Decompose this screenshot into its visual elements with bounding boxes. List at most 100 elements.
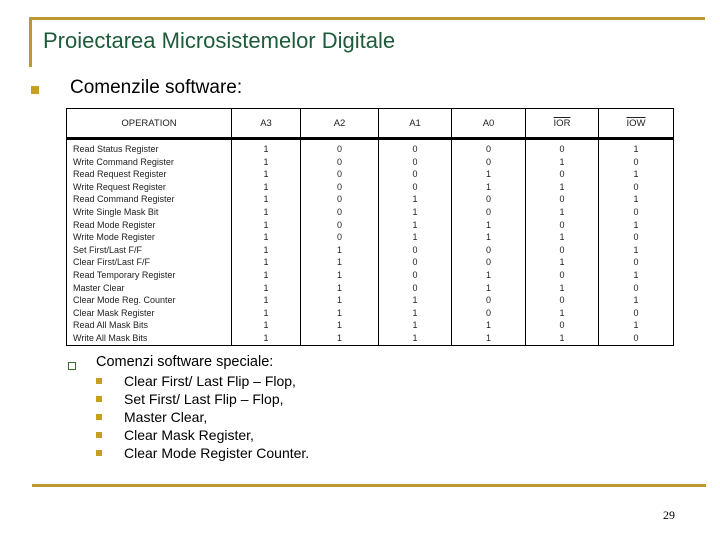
cell-ior: 0 — [525, 138, 599, 156]
cell-a0: 1 — [451, 168, 526, 181]
cell-a0: 0 — [451, 193, 526, 206]
cell-a2: 0 — [300, 193, 379, 206]
cell-ior: 0 — [525, 243, 599, 257]
cell-ior: 0 — [525, 168, 599, 181]
cell-a1: 1 — [378, 218, 452, 232]
operation-name: Write Request Register — [66, 180, 232, 194]
list-item: Clear Mode Register Counter. — [96, 444, 309, 462]
cell-ior: 0 — [525, 218, 599, 232]
cell-ior: 0 — [525, 268, 599, 282]
cell-a1: 0 — [378, 168, 452, 181]
table-row: Read Command Register 1 0 1 0 0 1 — [66, 193, 674, 206]
cell-a3: 1 — [231, 138, 301, 156]
cell-iow: 1 — [598, 243, 674, 257]
cell-iow: 1 — [598, 138, 674, 156]
column-header-ior: IOR — [525, 108, 599, 140]
cell-a1: 0 — [378, 268, 452, 282]
cell-a1: 1 — [378, 205, 452, 219]
main-bullet-text: Comenzile software: — [70, 77, 243, 98]
list-item: Clear Mask Register, — [96, 426, 309, 444]
table-row: Read Temporary Register 1 1 0 1 0 1 — [66, 268, 674, 282]
cell-a2: 1 — [300, 243, 379, 257]
cell-a0: 1 — [451, 231, 526, 244]
cell-a3: 1 — [231, 205, 301, 219]
operation-name: Read Request Register — [66, 168, 232, 181]
cell-ior: 1 — [525, 231, 599, 244]
operation-name: Clear Mode Reg. Counter — [66, 294, 232, 307]
cell-a0: 0 — [451, 138, 526, 156]
cell-iow: 0 — [598, 331, 674, 346]
cell-iow: 1 — [598, 193, 674, 206]
cell-a3: 1 — [231, 218, 301, 232]
cell-a3: 1 — [231, 281, 301, 295]
column-header-a0: A0 — [451, 108, 526, 140]
cell-a1: 1 — [378, 331, 452, 346]
cell-a2: 1 — [300, 256, 379, 269]
cell-iow: 0 — [598, 281, 674, 295]
cell-a2: 1 — [300, 319, 379, 332]
cell-ior: 1 — [525, 256, 599, 269]
cell-iow: 1 — [598, 168, 674, 181]
table-row: Clear Mask Register 1 1 1 0 1 0 — [66, 306, 674, 320]
column-header-operation: OPERATION — [66, 108, 232, 140]
cell-iow: 1 — [598, 218, 674, 232]
cell-iow: 1 — [598, 294, 674, 307]
cell-a1: 0 — [378, 256, 452, 269]
cell-a3: 1 — [231, 155, 301, 169]
cell-a1: 0 — [378, 138, 452, 156]
square-bullet-icon — [96, 378, 102, 384]
cell-a3: 1 — [231, 319, 301, 332]
operation-name: Clear First/Last F/F — [66, 256, 232, 269]
table-row: Read All Mask Bits 1 1 1 1 0 1 — [66, 319, 674, 332]
square-bullet-icon — [96, 396, 102, 402]
table-row: Master Clear 1 1 0 1 1 0 — [66, 281, 674, 295]
cell-a2: 0 — [300, 231, 379, 244]
list-item: Set First/ Last Flip – Flop, — [96, 390, 309, 408]
cell-a0: 1 — [451, 319, 526, 332]
cell-a0: 1 — [451, 180, 526, 194]
table-row: Write Mode Register 1 0 1 1 1 0 — [66, 231, 674, 244]
operation-name: Read Mode Register — [66, 218, 232, 232]
cell-ior: 1 — [525, 331, 599, 346]
table-row: Write All Mask Bits 1 1 1 1 1 0 — [66, 331, 674, 346]
table-row: Clear First/Last F/F 1 1 0 0 1 0 — [66, 256, 674, 269]
software-commands-table: OPERATION A3 A2 A1 A0 IOR IOW Read Status Regi… — [66, 108, 674, 346]
operation-name: Master Clear — [66, 281, 232, 295]
cell-ior: 1 — [525, 306, 599, 320]
operation-name: Read All Mask Bits — [66, 319, 232, 332]
table-row: Clear Mode Reg. Counter 1 1 1 0 0 1 — [66, 294, 674, 307]
cell-ior: 0 — [525, 193, 599, 206]
cell-a2: 0 — [300, 180, 379, 194]
cell-iow: 0 — [598, 180, 674, 194]
cell-a2: 1 — [300, 306, 379, 320]
cell-a2: 1 — [300, 268, 379, 282]
operation-name: Write Mode Register — [66, 231, 232, 244]
table-row: Read Status Register 1 0 0 0 0 1 — [66, 138, 674, 156]
operation-name: Write Command Register — [66, 155, 232, 169]
cell-ior: 1 — [525, 281, 599, 295]
cell-a0: 0 — [451, 256, 526, 269]
cell-iow: 1 — [598, 319, 674, 332]
table-body: Read Status Register 1 0 0 0 0 1 Write Command … — [66, 138, 674, 346]
column-header-a2: A2 — [300, 108, 379, 140]
cell-a0: 0 — [451, 243, 526, 257]
cell-a0: 0 — [451, 155, 526, 169]
list-item-text: Set First/ Last Flip – Flop, — [124, 391, 284, 407]
cell-a0: 1 — [451, 218, 526, 232]
table-row: Write Request Register 1 0 0 1 1 0 — [66, 180, 674, 194]
table-header-row: OPERATION A3 A2 A1 A0 IOR IOW — [66, 108, 674, 140]
cell-ior: 0 — [525, 294, 599, 307]
table-row: Write Command Register 1 0 0 0 1 0 — [66, 155, 674, 169]
cell-a2: 1 — [300, 294, 379, 307]
cell-a3: 1 — [231, 256, 301, 269]
cell-a1: 1 — [378, 231, 452, 244]
cell-a1: 1 — [378, 306, 452, 320]
cell-a1: 0 — [378, 243, 452, 257]
cell-a1: 1 — [378, 319, 452, 332]
cell-iow: 1 — [598, 268, 674, 282]
list-item-text: Clear Mask Register, — [124, 427, 254, 443]
cell-iow: 0 — [598, 231, 674, 244]
footer-rule — [32, 484, 706, 487]
cell-a1: 0 — [378, 155, 452, 169]
hollow-square-bullet-icon — [68, 362, 76, 370]
